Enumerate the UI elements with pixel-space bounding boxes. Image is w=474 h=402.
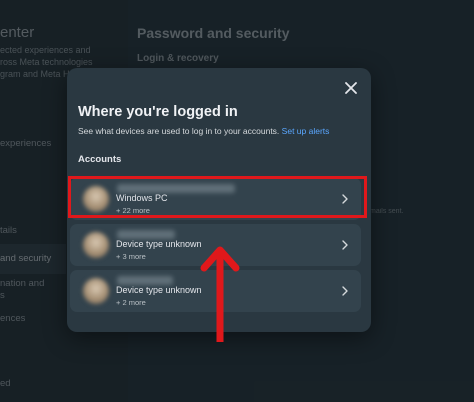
device-type: Device type unknown — [116, 285, 202, 295]
account-card[interactable]: Windows PC + 22 more — [70, 178, 361, 220]
blurred-account-name — [117, 276, 173, 285]
avatar — [83, 186, 109, 212]
more-devices-count: + 22 more — [116, 206, 150, 215]
logged-in-devices-modal: Where you're logged in See what devices … — [67, 68, 371, 332]
set-up-alerts-link[interactable]: Set up alerts — [282, 126, 330, 136]
chevron-right-icon — [342, 286, 348, 296]
avatar — [83, 278, 109, 304]
close-button[interactable] — [339, 76, 363, 100]
blurred-account-name — [117, 230, 175, 239]
chevron-right-icon — [342, 194, 348, 204]
close-icon — [345, 82, 357, 94]
avatar — [83, 232, 109, 258]
modal-description: See what devices are used to log in to y… — [78, 126, 329, 136]
device-type: Windows PC — [116, 193, 168, 203]
chevron-right-icon — [342, 240, 348, 250]
more-devices-count: + 2 more — [116, 298, 146, 307]
device-type: Device type unknown — [116, 239, 202, 249]
more-devices-count: + 3 more — [116, 252, 146, 261]
modal-description-text: See what devices are used to log in to y… — [78, 126, 280, 136]
account-card[interactable]: Device type unknown + 3 more — [70, 224, 361, 266]
blurred-account-name — [117, 184, 235, 193]
modal-title: Where you're logged in — [78, 104, 238, 120]
accounts-section-label: Accounts — [78, 154, 122, 165]
account-card[interactable]: Device type unknown + 2 more — [70, 270, 361, 312]
